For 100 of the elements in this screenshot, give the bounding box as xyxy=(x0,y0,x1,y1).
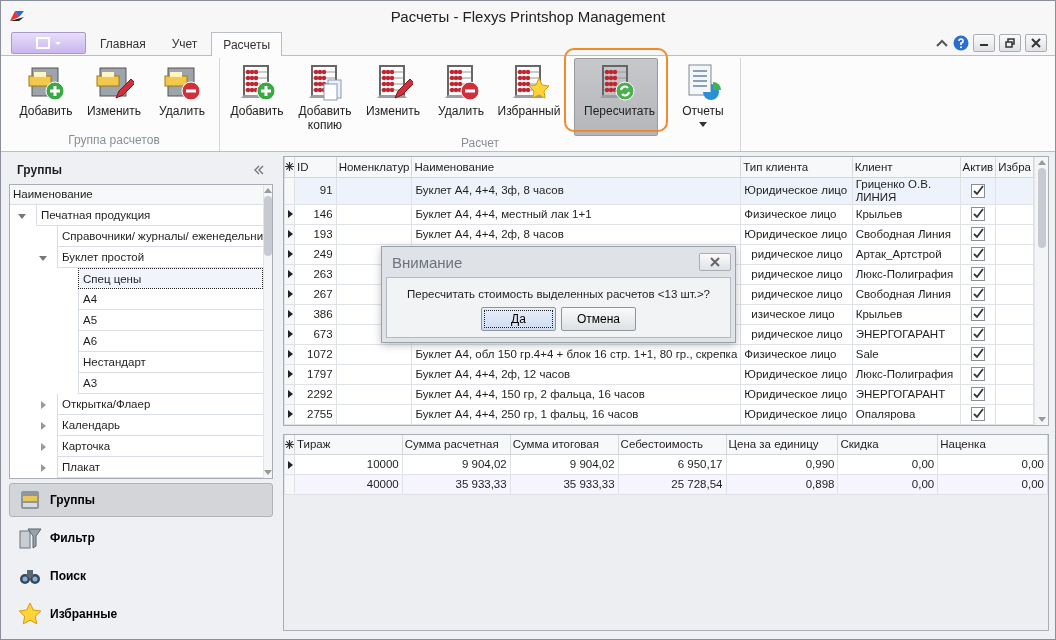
row-pointer-icon xyxy=(286,230,293,238)
column-header[interactable]: ID xyxy=(294,157,337,177)
group-title: Группа расчетов xyxy=(67,133,161,149)
checkbox[interactable] xyxy=(970,207,985,221)
ribbon-button[interactable]: Добавить копию xyxy=(292,58,358,136)
dialog-button[interactable]: Да xyxy=(481,307,556,331)
ribbon-tab[interactable]: Главная xyxy=(88,31,158,55)
scroll-up-icon[interactable] xyxy=(264,188,273,194)
column-header[interactable]: Тираж xyxy=(294,434,403,455)
table-cell: 0,898 xyxy=(726,474,838,495)
tree-item[interactable]: Открытка/Флаер xyxy=(57,394,264,416)
tree-item[interactable]: А6 xyxy=(78,331,264,353)
table-cell: 35 933,33 xyxy=(402,474,511,495)
scroll-down-icon[interactable] xyxy=(264,470,273,476)
column-header[interactable]: Цена за единицу xyxy=(726,434,838,455)
nav-item[interactable]: Избранные xyxy=(9,597,273,631)
scrollbar-thumb[interactable] xyxy=(264,196,273,257)
column-header[interactable]: Наценка xyxy=(937,434,1048,455)
checkbox[interactable] xyxy=(970,407,985,421)
column-header[interactable]: Номенклатур xyxy=(336,157,412,177)
column-header[interactable]: Сумма расчетная xyxy=(402,434,511,455)
ribbon-button[interactable]: Пересчитать xyxy=(574,58,658,136)
restore-button[interactable] xyxy=(999,34,1021,52)
nav-item[interactable]: Группы xyxy=(9,483,273,518)
table-cell: 1072 xyxy=(294,344,337,364)
chevron-up-icon[interactable] xyxy=(935,38,949,48)
tree-item[interactable]: Плакат xyxy=(57,457,264,479)
tree-item[interactable]: А3 xyxy=(78,373,264,395)
row-pointer-icon xyxy=(286,330,293,338)
dialog-button[interactable]: Отмена xyxy=(561,307,636,331)
scroll-down-icon[interactable] xyxy=(1037,416,1046,422)
checkbox[interactable] xyxy=(970,287,985,301)
tree-item[interactable]: Спец цены xyxy=(78,268,264,290)
table-cell: 9 904,02 xyxy=(402,454,511,475)
tree-item[interactable]: А5 xyxy=(78,310,264,332)
column-header[interactable]: Скидка xyxy=(837,434,938,455)
table-cell: 0,00 xyxy=(837,474,938,495)
tree-item[interactable]: Буклет простой xyxy=(57,247,264,269)
ribbon-tab[interactable]: Расчеты xyxy=(211,32,283,56)
scrollbar[interactable] xyxy=(1034,157,1048,425)
ribbon-button[interactable]: Добавить xyxy=(224,58,290,136)
checkbox[interactable] xyxy=(970,183,985,198)
app-logo-icon xyxy=(9,9,25,23)
column-header[interactable]: Сумма итоговая xyxy=(510,434,619,455)
table-cell: Буклет А4, 4+4, 2ф, 8 часов xyxy=(411,224,741,244)
table-cell: Свободная Линия xyxy=(852,224,961,244)
checkbox[interactable] xyxy=(970,347,985,361)
scrollbar[interactable] xyxy=(263,185,273,479)
table-cell: 0,00 xyxy=(837,454,938,475)
ribbon-button[interactable]: Избранный xyxy=(496,58,562,136)
ribbon-button[interactable]: Изменить xyxy=(81,58,147,133)
close-icon xyxy=(1031,38,1041,48)
table-cell: Юридическое лицо xyxy=(740,177,853,204)
table-cell: 263 xyxy=(294,264,337,284)
help-icon[interactable] xyxy=(953,35,969,51)
nav-item[interactable]: Поиск xyxy=(9,559,273,594)
checkbox[interactable] xyxy=(970,327,985,341)
close-button[interactable] xyxy=(699,253,731,271)
tree-item[interactable]: Карточка xyxy=(57,436,264,458)
restore-icon xyxy=(1005,38,1015,48)
table-cell: 146 xyxy=(294,204,337,224)
ribbon-button[interactable]: Удалить xyxy=(149,58,215,133)
checkbox[interactable] xyxy=(970,307,985,321)
checkbox[interactable] xyxy=(970,367,985,381)
asterisk-icon xyxy=(285,439,294,449)
column-header[interactable]: Тип клиента xyxy=(740,157,853,177)
table-cell: Буклет А4, 4+4, местный лак 1+1 xyxy=(411,204,741,224)
close-button[interactable] xyxy=(1025,34,1047,52)
tree-item[interactable]: Печатная продукция xyxy=(36,205,264,227)
table-cell: Буклет А4, 4+4, 250 гр, 1 фальц, 16 часов xyxy=(411,404,741,424)
ribbon-button[interactable]: Удалить xyxy=(428,58,494,136)
table-cell: 2292 xyxy=(294,384,337,404)
table-cell: Юридическое лицо xyxy=(740,364,853,384)
checkbox[interactable] xyxy=(970,387,985,401)
ribbon-button[interactable]: Изменить xyxy=(360,58,426,136)
column-header[interactable]: Наименование xyxy=(411,157,741,177)
checkbox[interactable] xyxy=(970,227,985,241)
tree-item[interactable]: Календарь xyxy=(57,415,264,437)
collapse-icon[interactable] xyxy=(253,165,265,176)
minimize-button[interactable] xyxy=(973,34,995,52)
column-header[interactable]: Себестоимость xyxy=(618,434,726,455)
menu-icon xyxy=(35,37,62,49)
tree-item[interactable]: Справочники/ журналы/ еженедельни xyxy=(57,226,264,248)
column-header[interactable]: Избра xyxy=(995,157,1034,177)
scroll-up-icon[interactable] xyxy=(1037,160,1046,165)
ribbon-button[interactable]: Отчеты xyxy=(670,58,736,136)
table-cell: ридическое лицо xyxy=(740,264,853,284)
app-menu-button[interactable] xyxy=(11,32,86,54)
checkbox[interactable] xyxy=(970,267,985,281)
nav-item[interactable]: Фильтр xyxy=(9,521,273,556)
ribbon-button[interactable]: Добавить xyxy=(13,58,79,133)
checkbox[interactable] xyxy=(970,247,985,261)
column-header[interactable]: Клиент xyxy=(852,157,961,177)
panel-title: Группы xyxy=(17,163,62,178)
table-cell: Буклет А4, 4+4, 2ф, 12 часов xyxy=(411,364,741,384)
tree-item[interactable]: А4 xyxy=(78,289,264,311)
ribbon-tab[interactable]: Учет xyxy=(159,31,210,55)
column-header[interactable]: Актив xyxy=(960,157,996,177)
tree-item[interactable]: Нестандарт xyxy=(78,352,264,374)
scrollbar-thumb[interactable] xyxy=(1037,168,1046,248)
